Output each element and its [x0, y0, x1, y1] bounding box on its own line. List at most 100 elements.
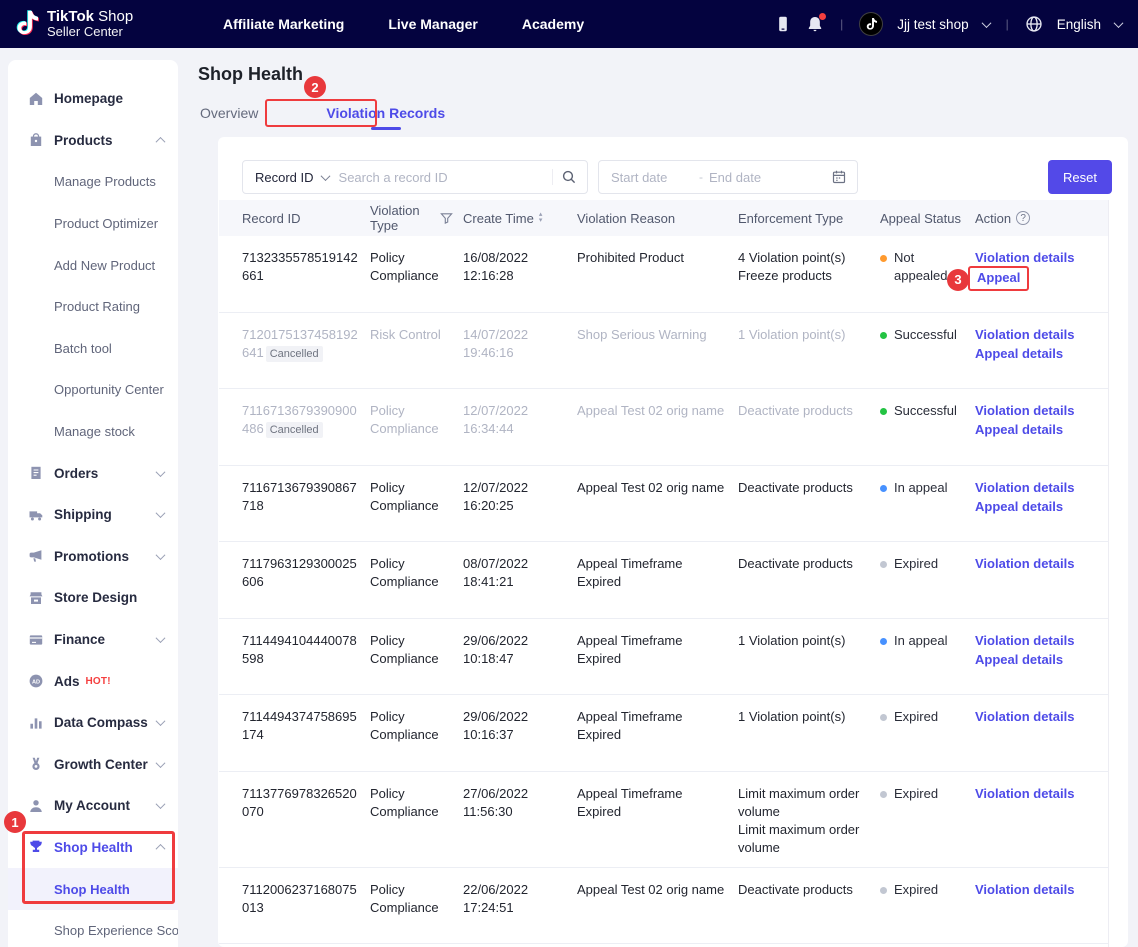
notification-bell-icon[interactable]	[806, 15, 824, 33]
action-link-violation-details[interactable]: Violation details	[975, 479, 1074, 497]
date-range-picker: -	[598, 160, 858, 194]
sidebar-item-shop-health[interactable]: Shop Health	[8, 827, 178, 869]
sort-icon[interactable]: ▴▾	[539, 212, 543, 224]
sidebar-item-product-rating[interactable]: Product Rating	[8, 286, 178, 328]
cell-enforcement-type: Deactivate products	[738, 881, 880, 934]
violation-records-panel: Record ID - Reset Record IDViolation Typ…	[218, 137, 1128, 947]
sidebar-item-shop-experience-score[interactable]: Shop Experience Score	[8, 910, 178, 947]
action-link-violation-details[interactable]: Violation details	[975, 708, 1074, 726]
sidebar-item-my-account[interactable]: My Account	[8, 785, 178, 827]
filter-icon[interactable]	[440, 212, 453, 225]
annotated-action: 3Appeal	[975, 268, 1022, 289]
start-date-input[interactable]	[611, 170, 693, 185]
tab-violation-records[interactable]: Violation Records	[326, 105, 445, 121]
sidebar-item-shipping[interactable]: Shipping	[8, 494, 178, 536]
status-label: Expired	[894, 708, 938, 726]
action-link-appeal-details[interactable]: Appeal details	[975, 498, 1063, 516]
table-body: 7132335578519142661Policy Compliance16/0…	[219, 236, 1108, 944]
topbar-link-affiliate-marketing[interactable]: Affiliate Marketing	[223, 16, 344, 32]
cell-record-id: 7116713679390867718	[242, 479, 370, 532]
sidebar-item-orders[interactable]: Orders	[8, 452, 178, 494]
shop-avatar[interactable]	[859, 12, 883, 36]
sidebar-item-shop-health[interactable]: Shop Health	[8, 868, 178, 910]
cell-create-time: 16/08/202212:16:28	[463, 249, 577, 302]
action-link-appeal[interactable]: Appeal	[968, 266, 1029, 291]
sidebar-item-finance[interactable]: Finance	[8, 619, 178, 661]
sidebar-item-opportunity-center[interactable]: Opportunity Center	[8, 369, 178, 411]
sidebar-item-label: Manage stock	[54, 424, 135, 439]
cell-actions: Violation detailsAppeal details	[975, 632, 1108, 685]
cell-enforcement-type: 1 Violation point(s)	[738, 708, 880, 761]
chevron-down-icon[interactable]	[981, 18, 991, 28]
column-header-action[interactable]: Action?	[975, 211, 1108, 226]
search-field-selector[interactable]: Record ID	[255, 170, 314, 185]
sidebar-item-products[interactable]: Products	[8, 120, 178, 162]
sidebar-item-growth-center[interactable]: Growth Center	[8, 744, 178, 786]
sidebar-item-label: Products	[54, 133, 113, 148]
sidebar-item-manage-stock[interactable]: Manage stock	[8, 411, 178, 453]
sidebar-item-promotions[interactable]: Promotions	[8, 536, 178, 578]
globe-icon[interactable]	[1025, 15, 1043, 33]
sidebar-item-batch-tool[interactable]: Batch tool	[8, 328, 178, 370]
brand-text: TikTok Shop Seller Center	[47, 9, 133, 40]
column-header-appeal-status: Appeal Status	[880, 211, 975, 226]
language-label[interactable]: English	[1057, 17, 1101, 32]
page-title: Shop Health	[198, 64, 303, 85]
action-link-violation-details[interactable]: Violation details	[975, 632, 1074, 650]
sidebar-item-homepage[interactable]: Homepage	[8, 78, 178, 120]
sidebar-item-data-compass[interactable]: Data Compass	[8, 702, 178, 744]
column-header-violation-type[interactable]: Violation Type	[370, 203, 463, 233]
sidebar-item-label: Growth Center	[54, 757, 148, 772]
status-dot-gray	[880, 714, 887, 721]
action-link-violation-details[interactable]: Violation details	[975, 881, 1074, 899]
action-link-violation-details[interactable]: Violation details	[975, 785, 1074, 803]
sidebar-item-label: Product Rating	[54, 299, 140, 314]
search-icon[interactable]	[561, 169, 577, 185]
status-label: Successful	[894, 326, 957, 344]
action-link-violation-details[interactable]: Violation details	[975, 326, 1074, 344]
sidebar-item-add-new-product[interactable]: Add New Product	[8, 244, 178, 286]
action-link-violation-details[interactable]: Violation details	[975, 402, 1074, 420]
tab-overview[interactable]: Overview	[200, 105, 258, 121]
action-link-violation-details[interactable]: Violation details	[975, 249, 1074, 267]
column-header-create-time[interactable]: Create Time▴▾	[463, 211, 577, 226]
cell-enforcement-type: 4 Violation point(s)Freeze products	[738, 249, 880, 302]
cell-actions: Violation details3Appeal	[975, 249, 1108, 302]
cell-actions: Violation details	[975, 555, 1108, 608]
sidebar-item-label: Promotions	[54, 549, 129, 564]
sidebar-item-manage-products[interactable]: Manage Products	[8, 161, 178, 203]
search-input[interactable]	[339, 170, 544, 185]
shop-name[interactable]: Jjj test shop	[897, 17, 968, 32]
action-link-appeal-details[interactable]: Appeal details	[975, 651, 1063, 669]
calendar-icon[interactable]	[831, 169, 847, 185]
sidebar-item-label: Store Design	[54, 590, 137, 605]
sidebar-item-ads[interactable]: ADAdsHOT!	[8, 660, 178, 702]
shipping-icon	[28, 507, 44, 523]
sidebar-item-product-optimizer[interactable]: Product Optimizer	[8, 203, 178, 245]
mobile-app-icon[interactable]	[774, 15, 792, 33]
cell-record-id: 7114494374758695174	[242, 708, 370, 761]
cell-appeal-status: Expired	[880, 555, 975, 608]
action-link-appeal-details[interactable]: Appeal details	[975, 421, 1063, 439]
cell-actions: Violation details	[975, 881, 1108, 934]
chevron-down-icon[interactable]	[1114, 18, 1124, 28]
divider	[552, 169, 553, 185]
cell-violation-type: Policy Compliance	[370, 555, 463, 608]
action-link-appeal-details[interactable]: Appeal details	[975, 345, 1063, 363]
action-link-violation-details[interactable]: Violation details	[975, 555, 1074, 573]
topbar-link-academy[interactable]: Academy	[522, 16, 584, 32]
brand-logo[interactable]: TikTok Shop Seller Center	[0, 9, 205, 40]
sidebar-item-store-design[interactable]: Store Design	[8, 577, 178, 619]
cell-violation-type: Policy Compliance	[370, 708, 463, 761]
topbar: TikTok Shop Seller Center Affiliate Mark…	[0, 0, 1138, 48]
reset-button[interactable]: Reset	[1048, 160, 1112, 194]
cell-violation-type: Policy Compliance	[370, 785, 463, 857]
cell-violation-type: Policy Compliance	[370, 479, 463, 532]
cell-record-id: 7112006237168075013	[242, 881, 370, 934]
sidebar-item-label: Add New Product	[54, 258, 155, 273]
help-icon[interactable]: ?	[1016, 211, 1030, 225]
topbar-link-live-manager[interactable]: Live Manager	[388, 16, 477, 32]
account-icon	[28, 798, 44, 814]
end-date-input[interactable]	[709, 170, 791, 185]
chevron-down-icon[interactable]	[320, 171, 330, 181]
